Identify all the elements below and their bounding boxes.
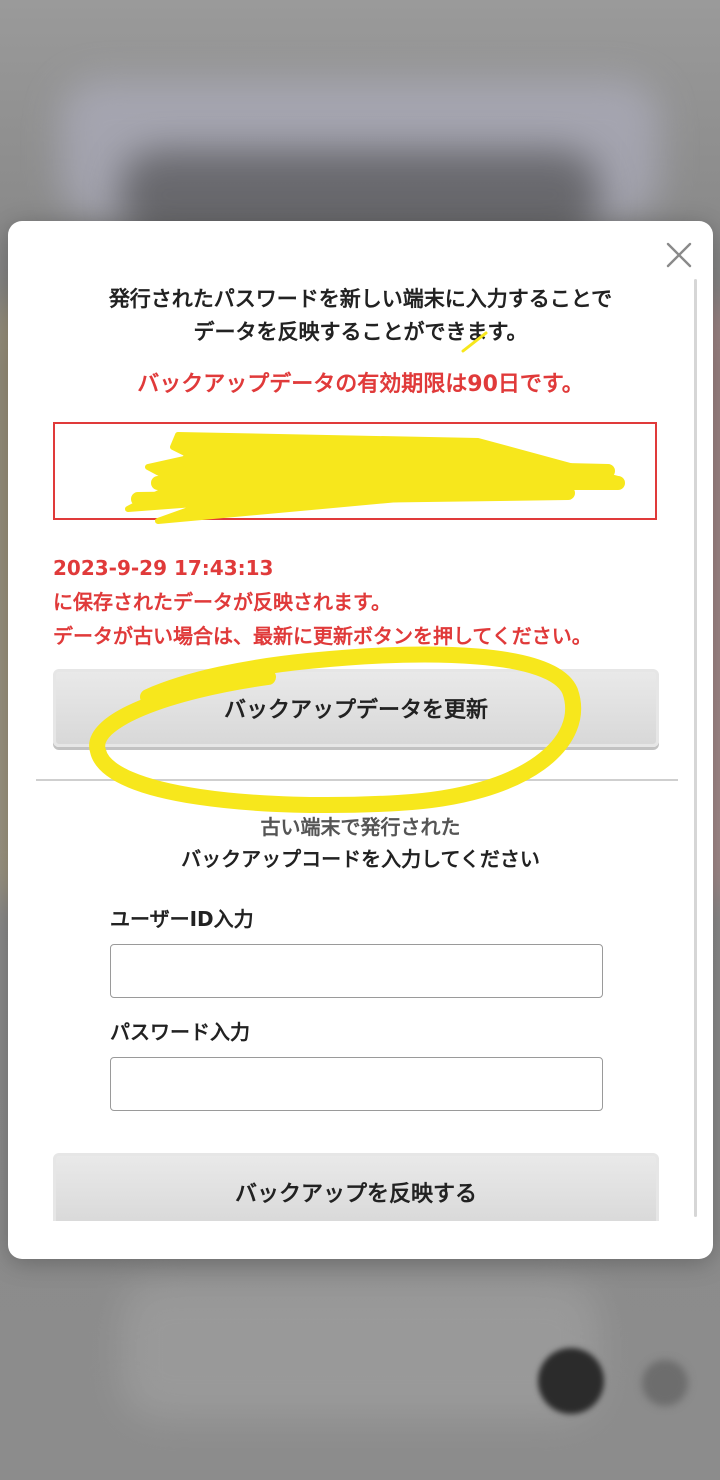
intro-line-1: 発行されたパスワードを新しい端末に入力することで: [108, 287, 613, 311]
close-button[interactable]: [663, 239, 695, 271]
user-id-label: ユーザーID入力: [110, 907, 254, 931]
modal-scrollbar[interactable]: [694, 279, 697, 1217]
close-icon: [666, 242, 692, 268]
restore-desc-line-1: 古い端末で発行された: [260, 815, 461, 839]
saved-datetime: 2023-9-29 17:43:13: [53, 556, 274, 580]
intro-text: 発行されたパスワードを新しい端末に入力することで データを反映することができます…: [8, 283, 713, 349]
backup-modal: 発行されたパスワードを新しい端末に入力することで データを反映することができます…: [8, 221, 713, 1259]
password-label: パスワード入力: [110, 1020, 250, 1044]
issued-password-box: [53, 422, 657, 520]
update-backup-button[interactable]: バックアップデータを更新: [53, 669, 659, 747]
expiry-notice: バックアップデータの有効期限は90日です。: [137, 372, 584, 397]
background-blur-shape: [120, 1280, 600, 1420]
saved-data-info: 2023-9-29 17:43:13 に保存されたデータが反映されます。 データ…: [53, 551, 673, 653]
background-fab-button: [538, 1348, 604, 1414]
password-input[interactable]: [110, 1057, 603, 1111]
saved-info-line-2: に保存されたデータが反映されます。: [53, 590, 391, 614]
modal-scroll-area[interactable]: 発行されたパスワードを新しい端末に入力することで データを反映することができます…: [8, 221, 713, 1221]
restore-backup-button[interactable]: バックアップを反映する: [53, 1153, 659, 1221]
restore-description: 古い端末で発行された バックアップコードを入力してください: [8, 811, 713, 875]
restore-desc-line-2: バックアップコードを入力してください: [181, 847, 540, 871]
intro-line-2: データを反映することができます。: [193, 320, 528, 344]
background-secondary-button: [642, 1360, 688, 1406]
saved-info-line-3: データが古い場合は、最新に更新ボタンを押してください。: [53, 624, 592, 648]
user-id-input[interactable]: [110, 944, 603, 998]
section-divider: [36, 779, 678, 781]
